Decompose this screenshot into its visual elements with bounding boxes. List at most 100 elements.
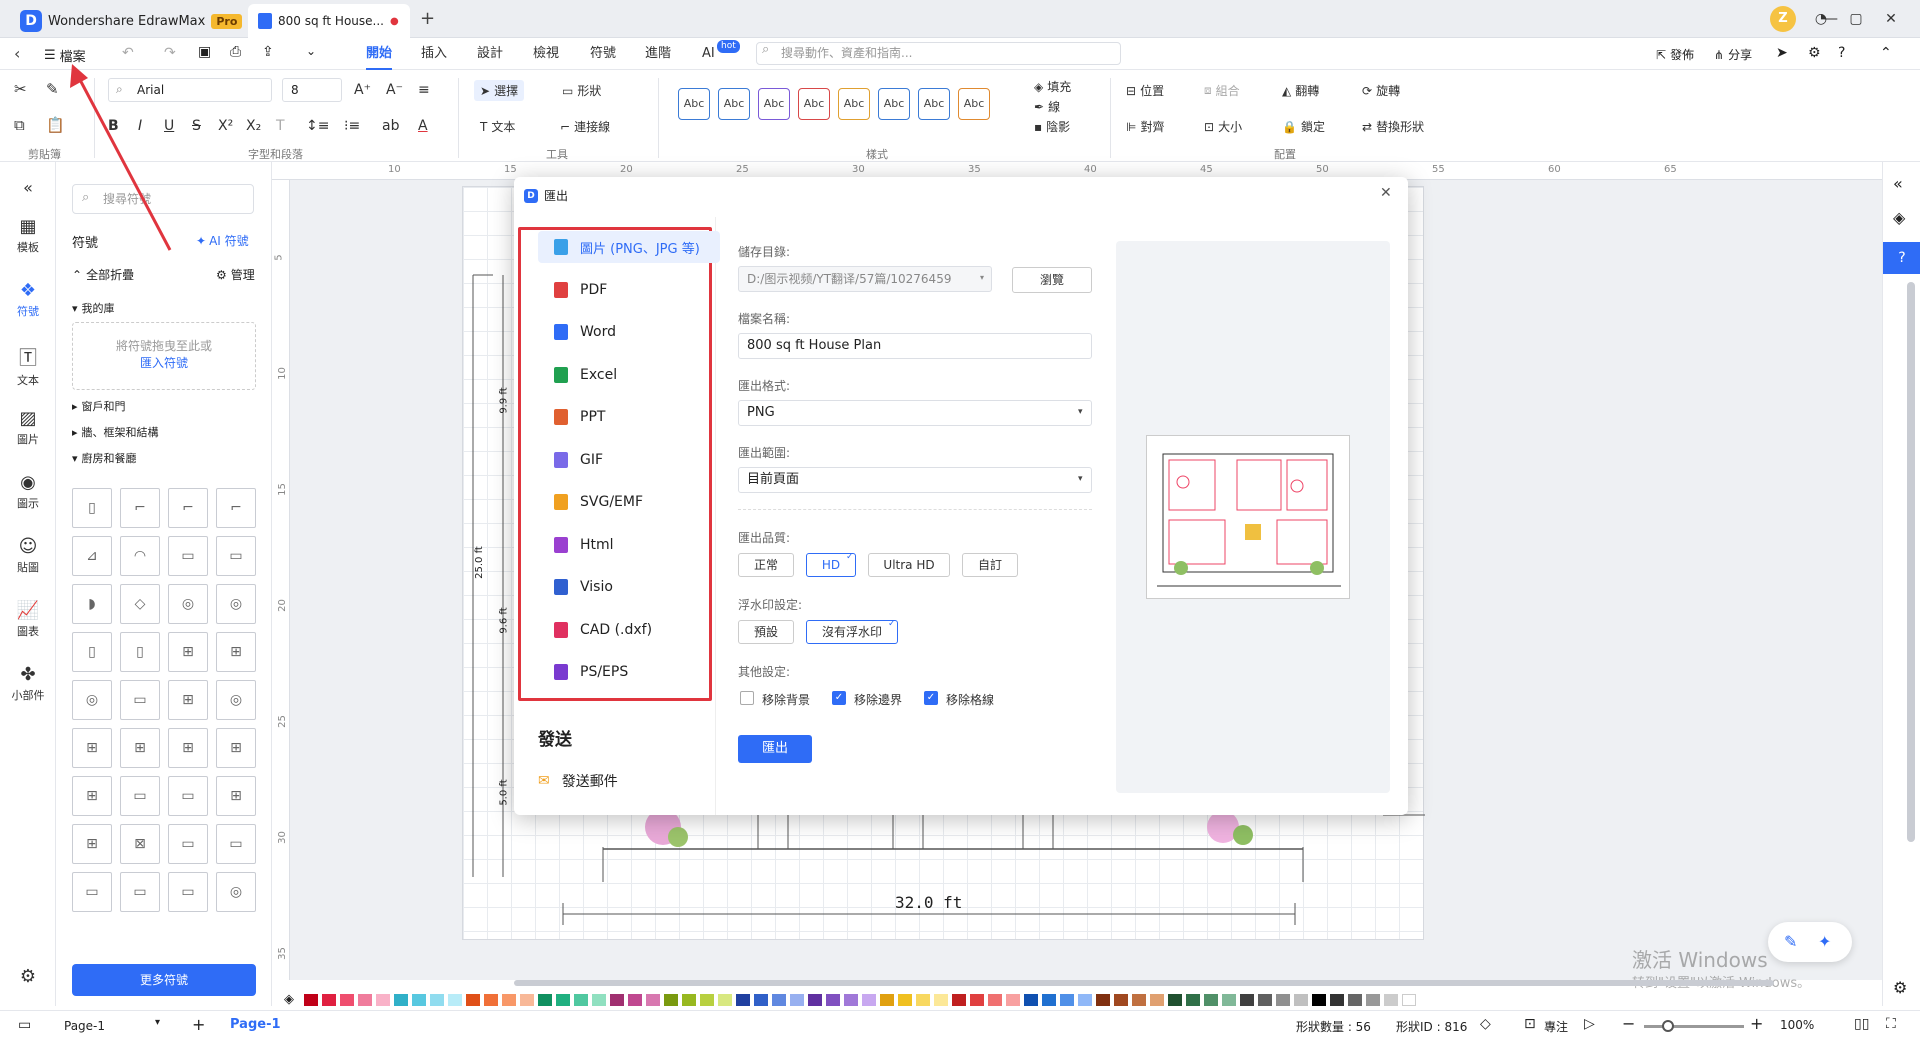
symbol-thumbnail[interactable]: ▯ xyxy=(72,488,112,528)
group-button[interactable]: ⧈ 組合 xyxy=(1204,82,1240,99)
rotate-button[interactable]: ⟳ 旋轉 xyxy=(1362,82,1400,99)
superscript-icon[interactable]: X² xyxy=(218,118,233,134)
color-swatch[interactable] xyxy=(1132,994,1146,1006)
align-text-icon[interactable]: ≡ xyxy=(418,82,430,98)
format-option-ppt[interactable]: PPT xyxy=(538,401,720,433)
font-color-icon[interactable]: A xyxy=(418,118,428,134)
rail-stickers[interactable]: ☺ 貼圖 xyxy=(0,536,56,575)
symbol-thumbnail[interactable]: ▭ xyxy=(216,824,256,864)
format-option-visio[interactable]: Visio xyxy=(538,571,720,603)
color-swatch[interactable] xyxy=(898,994,912,1006)
tab-design[interactable]: 設計 xyxy=(477,38,503,70)
color-swatch[interactable] xyxy=(610,994,624,1006)
color-swatch[interactable] xyxy=(1294,994,1308,1006)
style-preset-8[interactable]: Abc xyxy=(958,88,990,120)
color-swatch[interactable] xyxy=(376,994,390,1006)
color-swatch[interactable] xyxy=(826,994,840,1006)
symbol-thumbnail[interactable]: ⊞ xyxy=(168,632,208,672)
color-swatch[interactable] xyxy=(1042,994,1056,1006)
send-icon[interactable]: ➤ xyxy=(1776,45,1788,61)
symbol-thumbnail[interactable]: ▭ xyxy=(168,824,208,864)
category-walls[interactable]: ▸ 牆、框架和結構 xyxy=(72,424,159,440)
rail-templates[interactable]: ▦ 模板 xyxy=(0,216,56,255)
my-library-header[interactable]: ▾ 我的庫 xyxy=(72,300,115,316)
maximize-button[interactable]: ▢ xyxy=(1845,8,1867,30)
color-swatch[interactable] xyxy=(574,994,588,1006)
filename-input[interactable]: 800 sq ft House Plan xyxy=(738,333,1092,359)
collapse-all-button[interactable]: ⌃ 全部折疊 xyxy=(72,266,134,283)
color-swatch[interactable] xyxy=(1204,994,1218,1006)
select-tool-button[interactable]: ➤ 選擇 xyxy=(474,80,525,101)
color-swatch[interactable] xyxy=(358,994,372,1006)
style-preset-6[interactable]: Abc xyxy=(878,88,910,120)
category-kitchen[interactable]: ▾ 廚房和餐廳 xyxy=(72,450,137,466)
color-swatch[interactable] xyxy=(1312,994,1326,1006)
color-swatch[interactable] xyxy=(790,994,804,1006)
settings-sliders-icon[interactable]: ⚙ xyxy=(1893,978,1907,997)
color-swatch[interactable] xyxy=(1276,994,1290,1006)
rail-text[interactable]: 🅃 文本 xyxy=(0,344,56,388)
copy-icon[interactable]: ⧉ xyxy=(14,116,25,134)
color-swatch[interactable] xyxy=(1150,994,1164,1006)
send-email-option[interactable]: ✉ 發送郵件 xyxy=(538,771,618,791)
line-button[interactable]: ✒ 線 xyxy=(1034,98,1060,115)
color-swatch[interactable] xyxy=(682,994,696,1006)
symbol-thumbnail[interactable]: ⊞ xyxy=(120,728,160,768)
color-swatch[interactable] xyxy=(412,994,426,1006)
settings-icon[interactable]: ⚙ xyxy=(1808,45,1821,61)
symbol-thumbnail[interactable]: ▭ xyxy=(168,776,208,816)
symbol-thumbnail[interactable]: ▯ xyxy=(72,632,112,672)
symbol-thumbnail[interactable]: ◠ xyxy=(120,536,160,576)
symbol-thumbnail[interactable]: ⊞ xyxy=(168,680,208,720)
import-symbols-link[interactable]: 匯入符號 xyxy=(73,354,255,371)
zoom-level[interactable]: 100% xyxy=(1780,1018,1814,1032)
color-swatch[interactable] xyxy=(1024,994,1038,1006)
close-window-button[interactable]: ✕ xyxy=(1880,8,1902,30)
color-swatch[interactable] xyxy=(1168,994,1182,1006)
directory-field[interactable]: D:/图示视频/YT翻译/57篇/10276459 xyxy=(738,266,992,292)
symbol-thumbnail[interactable]: ◎ xyxy=(216,584,256,624)
color-swatch[interactable] xyxy=(502,994,516,1006)
symbol-thumbnail[interactable]: ◎ xyxy=(216,872,256,912)
book-view-icon[interactable]: ▯▯ xyxy=(1854,1016,1869,1032)
quality-custom-button[interactable]: 自訂 xyxy=(962,553,1018,577)
page-tab[interactable]: Page-1 xyxy=(230,1017,281,1032)
rail-charts[interactable]: 📈 圖表 xyxy=(0,600,56,639)
format-option-word[interactable]: Word xyxy=(538,316,720,348)
symbol-thumbnail[interactable]: ▭ xyxy=(168,872,208,912)
color-swatch[interactable] xyxy=(772,994,786,1006)
format-option-ps[interactable]: PS/EPS xyxy=(538,656,720,688)
symbol-thumbnail[interactable]: ▯ xyxy=(120,632,160,672)
no-watermark-button[interactable]: 沒有浮水印 xyxy=(806,620,898,644)
symbol-thumbnail[interactable]: ▭ xyxy=(120,872,160,912)
color-swatch[interactable] xyxy=(1402,994,1416,1006)
color-swatch[interactable] xyxy=(538,994,552,1006)
fill-button[interactable]: ◈ 填充 xyxy=(1034,78,1071,95)
color-swatch[interactable] xyxy=(394,994,408,1006)
cut-icon[interactable]: ✂ xyxy=(14,80,27,98)
help-panel-icon[interactable]: ? xyxy=(1883,242,1920,274)
dialog-close-button[interactable]: ✕ xyxy=(1380,185,1392,201)
line-spacing-icon[interactable]: ↕≡ xyxy=(306,118,329,134)
symbol-thumbnail[interactable]: ▭ xyxy=(216,536,256,576)
color-swatch[interactable] xyxy=(718,994,732,1006)
strike-icon[interactable]: S xyxy=(192,118,201,134)
color-swatch[interactable] xyxy=(1006,994,1020,1006)
color-swatch[interactable] xyxy=(556,994,570,1006)
rail-symbols[interactable]: ❖ 符號 xyxy=(0,280,56,319)
rail-widgets[interactable]: ✤ 小部件 xyxy=(0,664,56,703)
color-swatch[interactable] xyxy=(340,994,354,1006)
symbol-thumbnail[interactable]: ⊞ xyxy=(216,776,256,816)
color-swatch[interactable] xyxy=(1258,994,1272,1006)
color-swatch[interactable] xyxy=(322,994,336,1006)
symbol-thumbnail[interactable]: ▭ xyxy=(120,680,160,720)
subscript-icon[interactable]: X₂ xyxy=(246,118,261,134)
color-swatch[interactable] xyxy=(970,994,984,1006)
text-style-icon[interactable]: ab xyxy=(382,118,399,134)
zoom-in-button[interactable]: + xyxy=(1750,1014,1763,1033)
expand-panel-icon[interactable]: « xyxy=(1893,174,1903,193)
symbol-thumbnail[interactable]: ⊠ xyxy=(120,824,160,864)
library-drop-zone[interactable]: 將符號拖曳至此或 匯入符號 xyxy=(72,322,256,390)
color-swatch[interactable] xyxy=(628,994,642,1006)
flip-button[interactable]: ◭ 翻轉 xyxy=(1282,82,1319,99)
